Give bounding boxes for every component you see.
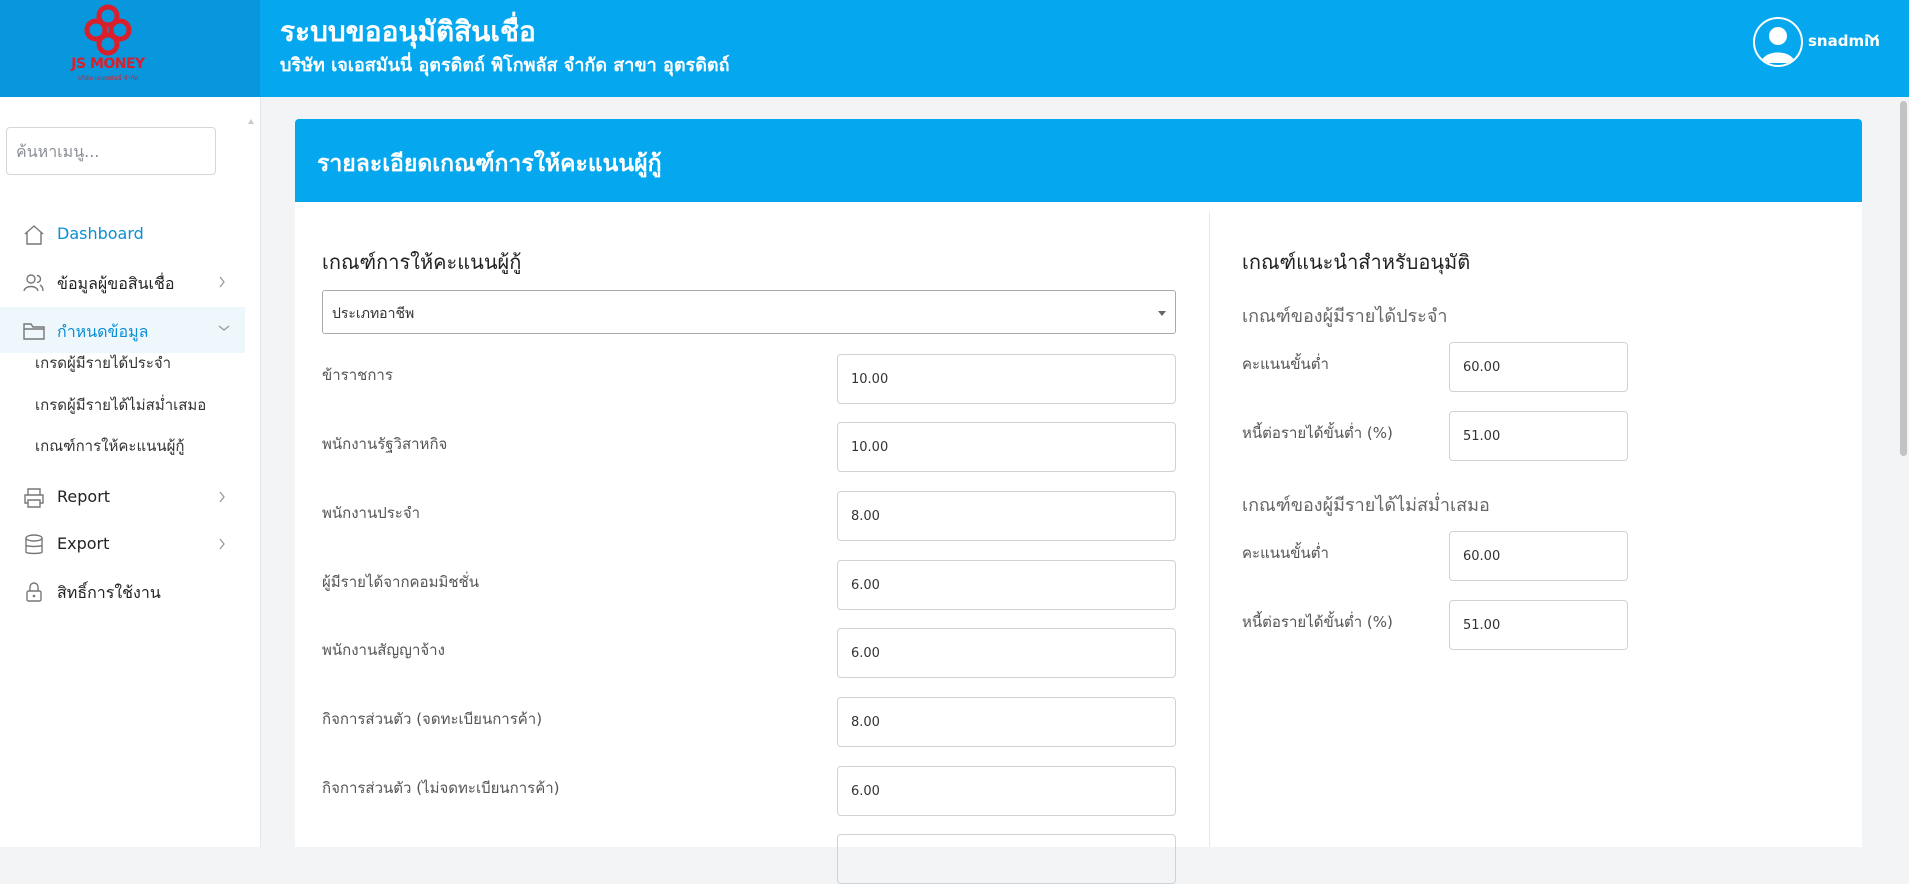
sidebar-item-settings[interactable]: กำหนดข้อมูล bbox=[0, 307, 245, 353]
dti-input[interactable]: 51.00 bbox=[1449, 411, 1628, 461]
logo-mark-icon bbox=[84, 4, 132, 56]
sidebar-scroll-up-arrow[interactable] bbox=[248, 119, 254, 124]
score-input[interactable]: 10.00 bbox=[837, 422, 1176, 472]
submenu-scoring-criteria[interactable]: เกณฑ์การให้คะแนนผู้กู้ bbox=[35, 434, 185, 458]
chevron-right-icon bbox=[219, 491, 225, 503]
chevron-down-icon[interactable] bbox=[1867, 33, 1879, 43]
sidebar-item-label: ข้อมูลผู้ขอสินเชื่อ bbox=[57, 274, 175, 293]
score-input-value: 6.00 bbox=[851, 578, 880, 593]
dti-label: หนี้ต่อรายได้ขั้นต่ำ (%) bbox=[1242, 613, 1393, 631]
users-icon bbox=[23, 274, 44, 292]
score-input[interactable] bbox=[837, 834, 1176, 884]
score-row-label: กิจการส่วนตัว (จดทะเบียนการค้า) bbox=[322, 710, 543, 728]
score-row-label: ข้าราชการ bbox=[322, 366, 393, 384]
min-score-label: คะแนนขั้นต่ำ bbox=[1242, 544, 1329, 562]
sidebar-item-export[interactable]: Export bbox=[0, 521, 245, 567]
page-scrollbar[interactable] bbox=[1898, 97, 1909, 847]
app-title: ระบบขออนุมัติสินเชื่อ bbox=[280, 15, 536, 48]
score-row-label: กิจการส่วนตัว (ไม่จดทะเบียนการค้า) bbox=[322, 779, 560, 797]
submenu-grade-regular-income[interactable]: เกรดผู้มีรายได้ประจำ bbox=[35, 351, 171, 375]
approval-section-title: เกณฑ์แนะนำสำหรับอนุมัติ bbox=[1242, 250, 1471, 274]
dti-value: 51.00 bbox=[1463, 429, 1501, 444]
score-input[interactable]: 6.00 bbox=[837, 628, 1176, 678]
column-divider bbox=[1209, 212, 1210, 847]
score-input[interactable]: 8.00 bbox=[837, 697, 1176, 747]
printer-icon bbox=[24, 488, 44, 508]
category-select-value: ประเภทอาชีพ bbox=[332, 306, 415, 322]
score-input[interactable]: 6.00 bbox=[837, 766, 1176, 816]
dti-value: 51.00 bbox=[1463, 618, 1501, 633]
sidebar-item-dashboard[interactable]: Dashboard bbox=[0, 211, 245, 257]
sidebar-item-report[interactable]: Report bbox=[0, 474, 245, 520]
min-score-input[interactable]: 60.00 bbox=[1449, 342, 1628, 392]
regular-income-criteria-title: เกณฑ์ของผู้มีรายได้ประจำ bbox=[1242, 306, 1448, 327]
scrollbar-thumb[interactable] bbox=[1900, 101, 1907, 456]
min-score-value: 60.00 bbox=[1463, 549, 1501, 564]
card-header: รายละเอียดเกณฑ์การให้คะแนนผู้กู้ bbox=[295, 119, 1862, 202]
logo[interactable]: JS MONEY บริษัท เจเอสมันนี่ จำกัด bbox=[0, 0, 260, 97]
avatar[interactable] bbox=[1753, 17, 1803, 67]
score-row-label: พนักงานรัฐวิสาหกิจ bbox=[322, 435, 448, 453]
dti-input[interactable]: 51.00 bbox=[1449, 600, 1628, 650]
score-row-label: พนักงานสัญญาจ้าง bbox=[322, 641, 445, 659]
user-icon bbox=[1761, 27, 1795, 63]
dti-label: หนี้ต่อรายได้ขั้นต่ำ (%) bbox=[1242, 424, 1393, 442]
min-score-label: คะแนนขั้นต่ำ bbox=[1242, 355, 1329, 373]
score-input[interactable]: 10.00 bbox=[837, 354, 1176, 404]
sidebar-item-label: กำหนดข้อมูล bbox=[57, 322, 149, 341]
top-header: JS MONEY บริษัท เจเอสมันนี่ จำกัด ระบบขอ… bbox=[0, 0, 1909, 97]
score-input[interactable]: 6.00 bbox=[837, 560, 1176, 610]
sidebar-item-applicants[interactable]: ข้อมูลผู้ขอสินเชื่อ bbox=[0, 259, 245, 305]
page-title: รายละเอียดเกณฑ์การให้คะแนนผู้กู้ bbox=[317, 151, 662, 177]
score-input-value: 8.00 bbox=[851, 509, 880, 524]
score-input-value: 6.00 bbox=[851, 646, 880, 661]
sidebar-item-label: Dashboard bbox=[57, 224, 144, 243]
score-row-label: ผู้มีรายได้จากคอมมิชชั่น bbox=[322, 573, 479, 591]
lock-icon bbox=[26, 582, 42, 602]
min-score-input[interactable]: 60.00 bbox=[1449, 531, 1628, 581]
logo-subtext: บริษัท เจเอสมันนี่ จำกัด bbox=[77, 75, 139, 82]
sidebar: Dashboard ข้อมูลผู้ขอสินเชื่อ กำหนดข้อมู… bbox=[0, 97, 261, 847]
logo-text: JS MONEY bbox=[71, 56, 145, 72]
score-input-value: 10.00 bbox=[851, 372, 889, 387]
sidebar-item-permissions[interactable]: สิทธิ์การใช้งาน bbox=[0, 568, 245, 614]
score-input-value: 10.00 bbox=[851, 440, 889, 455]
menu-search-input[interactable] bbox=[6, 127, 216, 175]
chevron-right-icon bbox=[219, 276, 225, 288]
score-input-value: 8.00 bbox=[851, 715, 880, 730]
submenu-grade-irregular-income[interactable]: เกรดผู้มีรายได้ไม่สม่ำเสมอ bbox=[35, 393, 206, 417]
sidebar-item-label: สิทธิ์การใช้งาน bbox=[57, 583, 161, 602]
category-select[interactable]: ประเภทอาชีพ bbox=[322, 290, 1176, 334]
scoring-section-title: เกณฑ์การให้คะแนนผู้กู้ bbox=[322, 250, 522, 274]
dropdown-caret-icon bbox=[1158, 311, 1166, 316]
home-icon bbox=[24, 225, 44, 245]
folder-icon bbox=[23, 323, 45, 340]
score-input[interactable]: 8.00 bbox=[837, 491, 1176, 541]
sidebar-item-label: Report bbox=[57, 487, 111, 506]
database-icon bbox=[25, 534, 43, 555]
min-score-value: 60.00 bbox=[1463, 360, 1501, 375]
chevron-right-icon bbox=[219, 538, 225, 550]
irregular-income-criteria-title: เกณฑ์ของผู้มีรายได้ไม่สม่ำเสมอ bbox=[1242, 495, 1490, 516]
chevron-down-icon bbox=[218, 325, 230, 331]
score-input-value: 6.00 bbox=[851, 784, 880, 799]
company-subtitle: บริษัท เจเอสมันนี่ อุตรดิตถ์ พิโกพลัส จำ… bbox=[280, 55, 730, 76]
score-row-label: พนักงานประจำ bbox=[322, 504, 421, 522]
sidebar-item-label: Export bbox=[57, 534, 110, 553]
